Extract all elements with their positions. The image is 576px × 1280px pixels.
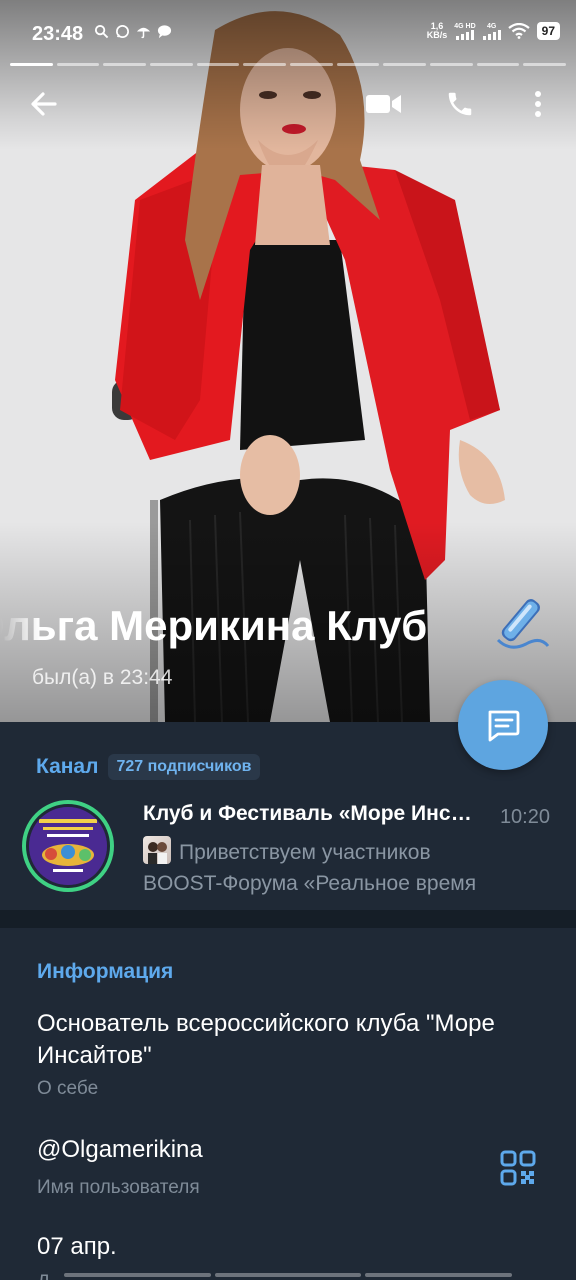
channel-label: Канал	[36, 755, 99, 778]
story-progress-segment	[56, 63, 100, 66]
network-speed-unit: KB/s	[426, 30, 448, 40]
call-button[interactable]	[436, 80, 484, 128]
preview-line-1: Приветствуем участников	[143, 836, 543, 868]
search-icon	[94, 24, 109, 39]
message-icon	[488, 710, 520, 742]
info-section: Информация Основатель всероссийского клу…	[0, 928, 576, 1280]
signal-bars-icon	[482, 29, 501, 40]
back-arrow-icon	[31, 92, 57, 116]
wifi-icon	[507, 23, 530, 39]
bio-text[interactable]: Основатель всероссийского клуба "Море Ин…	[37, 1008, 507, 1072]
birthday-caption: Д	[37, 1272, 50, 1280]
profile-photo[interactable]: 23:48 1,6 KB/s 4G HD 4G 97 Ольга Мерикин…	[0, 0, 576, 722]
qr-code-icon[interactable]	[498, 1148, 538, 1188]
status-indicators: 1,6 KB/s 4G HD 4G 97	[427, 22, 560, 40]
status-time: 23:48	[32, 23, 84, 45]
story-progress-segment	[150, 63, 193, 66]
channel-title: Клуб и Фестиваль «Море Инсайтов»	[143, 802, 473, 825]
story-progress-segment	[476, 63, 520, 66]
story-progress-segment	[243, 63, 287, 66]
username-caption: Имя пользователя	[37, 1177, 200, 1198]
channel-avatar[interactable]	[22, 800, 114, 892]
story-progress-segment	[383, 63, 427, 66]
story-progress	[10, 63, 567, 66]
story-progress-segment	[523, 63, 567, 66]
video-call-icon	[366, 95, 401, 113]
channel-last-post-time: 10:20	[499, 806, 550, 828]
signal-bars-icon	[455, 29, 474, 40]
whatsapp-icon	[116, 25, 129, 38]
video-call-button[interactable]	[360, 80, 408, 128]
premium-badge-icon[interactable]	[490, 596, 554, 654]
umbrella-icon	[136, 27, 151, 39]
profile-name: Ольга Мерикина Клуб	[0, 600, 485, 654]
sim1-label: 4G HD	[454, 22, 476, 30]
story-progress-segment	[430, 63, 473, 66]
story-progress-segment	[196, 63, 240, 66]
birthday[interactable]: 07 апр.	[37, 1233, 117, 1261]
subscribers-badge: 727 подписчиков	[108, 754, 260, 780]
more-vert-icon	[535, 91, 541, 117]
network-speed: 1,6 KB/s	[427, 22, 448, 40]
more-menu-button[interactable]	[514, 80, 562, 128]
story-progress-segment	[103, 63, 147, 66]
channel-logo-icon	[29, 807, 107, 885]
notification-icons	[94, 24, 172, 39]
preview-text-1: Приветствуем участников	[179, 841, 431, 864]
channel-header: Канал 727 подписчиков	[36, 754, 260, 780]
username[interactable]: @Olgamerikina	[37, 1136, 203, 1164]
preview-line-2: BOOST-Форума «Реальное время	[143, 872, 477, 895]
status-bar: 23:48 1,6 KB/s 4G HD 4G 97	[0, 0, 576, 64]
channel-avatar-image	[29, 807, 107, 885]
message-bubble-icon	[157, 25, 172, 39]
send-message-button[interactable]	[458, 680, 548, 770]
battery-icon: 97	[536, 22, 560, 40]
sim2-label: 4G	[486, 22, 497, 30]
story-progress-segment	[10, 63, 53, 66]
phone-icon	[448, 92, 472, 116]
story-progress-segment	[336, 63, 380, 66]
story-progress-segment	[290, 63, 333, 66]
profile-name-text: Ольга Мерикина Клуб	[0, 602, 428, 649]
channel-last-post-preview: Приветствуем участников BOOST-Форума «Ре…	[143, 836, 543, 899]
last-seen-status: был(а) в 23:44	[32, 666, 173, 689]
back-button[interactable]	[20, 80, 68, 128]
info-title: Информация	[37, 960, 174, 983]
post-thumbnail	[143, 836, 171, 864]
sim2-signal: 4G	[482, 22, 501, 40]
bio-caption: О себе	[37, 1078, 99, 1099]
section-divider	[0, 910, 576, 928]
gesture-bar	[64, 1273, 513, 1277]
sim1-signal: 4G HD	[454, 22, 476, 40]
